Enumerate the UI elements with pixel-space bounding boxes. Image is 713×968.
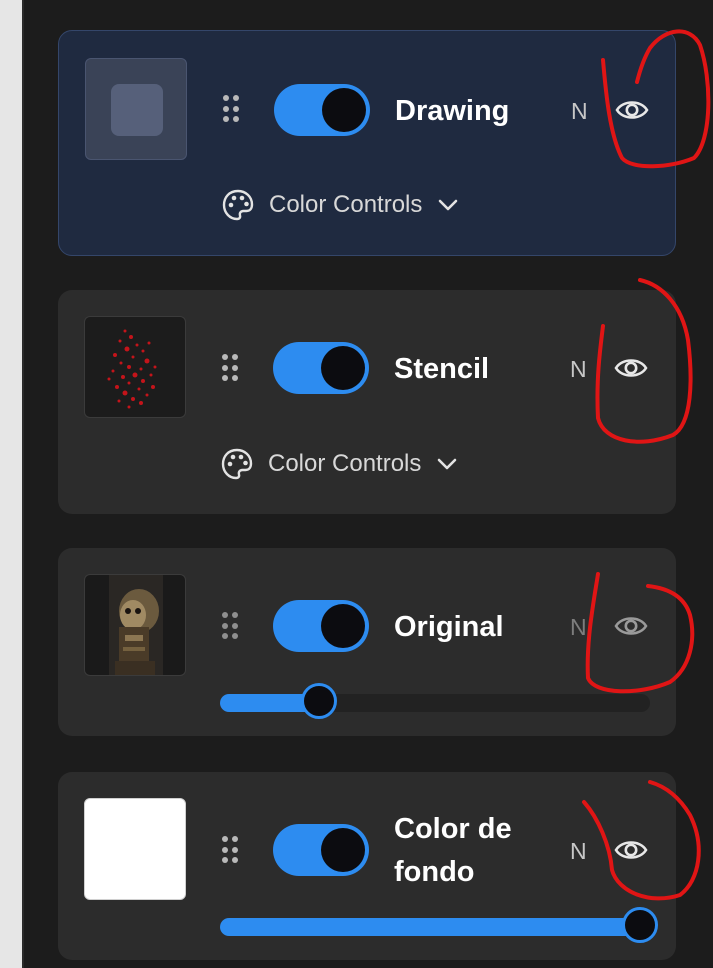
layer-toggle-drawing[interactable]: [274, 84, 370, 136]
eye-icon[interactable]: [614, 355, 648, 381]
layer-name: Stencil: [394, 353, 490, 385]
layer-name-line1: Color de: [394, 813, 512, 845]
blend-mode-button[interactable]: N: [570, 356, 587, 383]
eye-icon[interactable]: [614, 613, 648, 639]
layer-name: Color de fondo: [394, 808, 512, 894]
layer-name-line2: fondo: [394, 856, 475, 888]
layer-card-drawing[interactable]: Drawing N Color Controls: [58, 30, 676, 256]
layer-toggle-stencil[interactable]: [273, 342, 369, 394]
layer-thumbnail-original: [84, 574, 186, 676]
layer-thumbnail-stencil: [84, 316, 186, 418]
drag-handle-icon[interactable]: [222, 612, 238, 640]
layer-thumbnail-drawing: [85, 58, 187, 160]
color-controls-label: Color Controls: [269, 191, 423, 218]
layer-card-stencil[interactable]: Stencil N Color Controls: [58, 290, 676, 514]
blend-mode-button[interactable]: N: [570, 614, 587, 641]
blend-mode-button[interactable]: N: [570, 838, 587, 865]
blend-mode-button[interactable]: N: [571, 98, 588, 125]
drag-handle-icon[interactable]: [222, 354, 238, 382]
color-controls-toggle[interactable]: Color Controls: [221, 187, 460, 223]
palette-icon: [222, 189, 254, 221]
left-background-strip: [0, 0, 22, 968]
layer-toggle-background[interactable]: [273, 824, 369, 876]
color-controls-label: Color Controls: [268, 450, 422, 477]
chevron-down-icon: [439, 199, 458, 211]
opacity-slider-thumb[interactable]: [300, 683, 337, 719]
layer-name: Original: [394, 611, 504, 643]
opacity-slider-fill: [220, 918, 650, 936]
palette-icon: [221, 448, 253, 480]
layer-name: Drawing: [395, 95, 510, 127]
opacity-slider-thumb[interactable]: [622, 907, 658, 943]
layer-card-background[interactable]: Color de fondo N: [58, 772, 676, 960]
layer-toggle-original[interactable]: [273, 600, 369, 652]
drag-handle-icon[interactable]: [223, 95, 239, 123]
background-color-swatch[interactable]: [84, 798, 186, 900]
drag-handle-icon[interactable]: [222, 836, 238, 864]
chevron-down-icon: [438, 458, 457, 470]
layer-card-original[interactable]: Original N: [58, 548, 676, 736]
opacity-slider[interactable]: [220, 683, 650, 719]
eye-icon[interactable]: [615, 97, 649, 123]
opacity-slider[interactable]: [220, 907, 658, 943]
eye-icon[interactable]: [614, 837, 648, 863]
color-controls-toggle[interactable]: Color Controls: [220, 446, 459, 482]
